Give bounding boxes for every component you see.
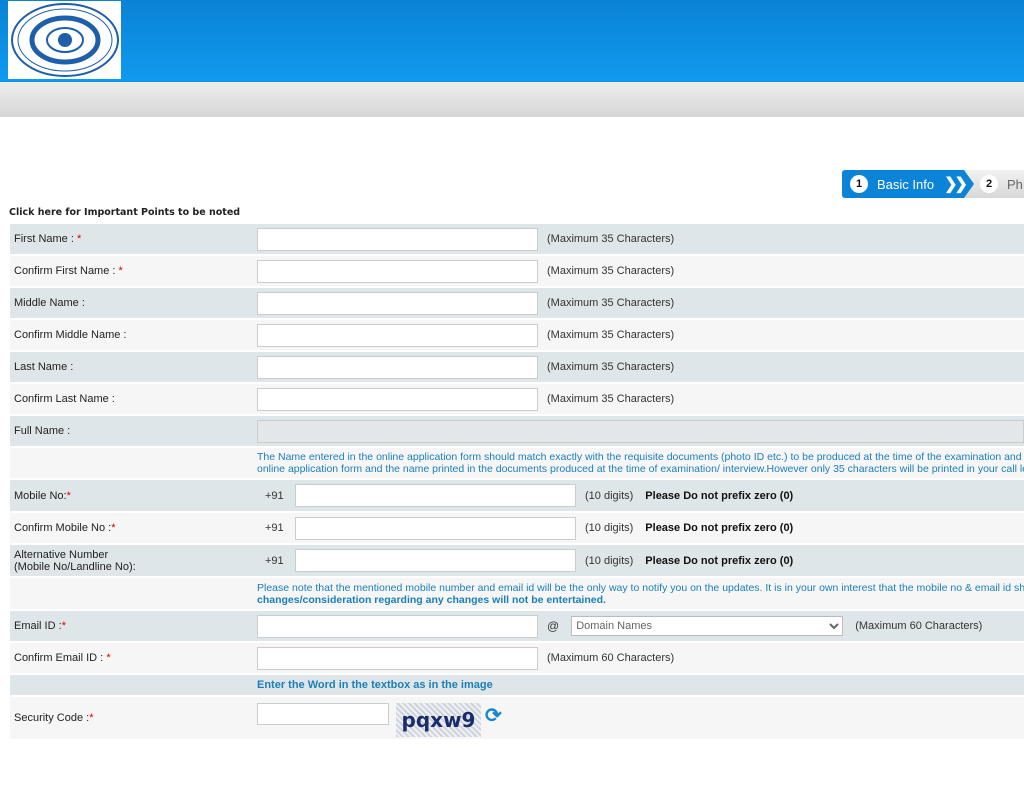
field-hint: (Maximum 35 Characters) — [547, 393, 675, 405]
full-name-row: Full Name : — [10, 416, 1024, 446]
alternative-number-input[interactable] — [295, 549, 576, 572]
middle-name-input[interactable] — [257, 291, 538, 315]
field-label: Mobile No: — [14, 489, 67, 502]
header — [0, 0, 1024, 82]
confirm-email-input[interactable] — [257, 646, 538, 670]
step-number: 1 — [850, 175, 868, 193]
field-hint: (10 digits) — [585, 554, 634, 567]
captcha-instruction: Enter the Word in the textbox as in the … — [257, 679, 493, 691]
required-mark: * — [66, 489, 71, 502]
nav-band — [0, 82, 1024, 117]
field-label: Middle Name : — [14, 297, 85, 309]
zero-prefix-warning: Please Do not prefix zero (0) — [645, 489, 794, 502]
contact-note-line: Please note that the mentioned mobile nu… — [257, 581, 1024, 594]
company-logo — [8, 1, 121, 79]
required-mark: * — [118, 265, 123, 277]
name-note-line: online application form and the name pri… — [257, 463, 1024, 475]
field-label: Last Name : — [14, 361, 74, 373]
email-row: Email ID :* @ Domain Names (Maximum 60 Char… — [10, 611, 1024, 641]
step-number: 2 — [980, 175, 998, 193]
contact-note-row: Please note that the mentioned mobile nu… — [10, 578, 1024, 609]
field-hint: (Maximum 35 Characters) — [547, 233, 675, 245]
captcha-image: pqxw9 — [396, 703, 481, 737]
field-label: Alternative Number — [14, 548, 109, 561]
field-label: Confirm First Name : — [14, 265, 116, 277]
last-name-row: Last Name : (Maximum 35 Characters) — [10, 352, 1024, 382]
field-label: Confirm Middle Name : — [14, 329, 127, 341]
required-mark: * — [89, 712, 94, 724]
zero-prefix-warning: Please Do not prefix zero (0) — [645, 554, 794, 567]
field-hint: (Maximum 60 Characters) — [855, 620, 983, 632]
last-name-input[interactable] — [257, 355, 538, 379]
confirm-mobile-row: Confirm Mobile No :* +91 (10 digits) Please… — [10, 513, 1024, 543]
confirm-email-row: Confirm Email ID : * (Maximum 60 Characte… — [10, 643, 1024, 673]
confirm-middle-name-row: Confirm Middle Name : (Maximum 35 Charact… — [10, 320, 1024, 350]
field-hint: (Maximum 35 Characters) — [547, 361, 675, 373]
confirm-first-name-row: Confirm First Name : * (Maximum 35 Charac… — [10, 256, 1024, 286]
middle-name-row: Middle Name : (Maximum 35 Characters) — [10, 288, 1024, 318]
field-hint: (10 digits) — [585, 522, 634, 534]
field-label-sub: (Mobile No/Landline No): — [14, 560, 136, 573]
refresh-icon[interactable]: ⟳ — [485, 703, 502, 728]
zero-prefix-warning: Please Do not prefix zero (0) — [645, 522, 794, 534]
mobile-input[interactable] — [295, 484, 576, 507]
confirm-last-name-row: Confirm Last Name : (Maximum 35 Character… — [10, 384, 1024, 414]
confirm-middle-name-input[interactable] — [257, 323, 538, 347]
important-points-link[interactable]: Click here for Important Points to be no… — [9, 207, 240, 218]
at-sign: @ — [547, 619, 560, 633]
chevron-right-icon: ❯❯ — [944, 176, 968, 193]
field-label: Security Code : — [14, 712, 90, 724]
field-label: Confirm Email ID : — [14, 652, 104, 664]
field-hint: (Maximum 60 Characters) — [547, 652, 675, 664]
basic-info-form: First Name : * (Maximum 35 Characters) Co… — [10, 224, 1024, 741]
security-code-row: Security Code :* pqxw9 ⟳ — [10, 697, 1024, 739]
captcha-note-row: Enter the Word in the textbox as in the … — [10, 675, 1024, 695]
field-hint: (Maximum 35 Characters) — [547, 297, 675, 309]
required-mark: * — [61, 620, 66, 632]
field-label: First Name : — [14, 233, 74, 245]
security-code-input[interactable] — [257, 703, 389, 725]
country-code: +91 — [265, 489, 284, 502]
confirm-mobile-input[interactable] — [295, 516, 576, 540]
first-name-input[interactable] — [257, 227, 538, 251]
first-name-row: First Name : * (Maximum 35 Characters) — [10, 224, 1024, 254]
required-mark: * — [76, 233, 82, 245]
required-mark: * — [111, 522, 116, 534]
step-basic-info[interactable]: 1 Basic Info ❯❯ — [842, 170, 974, 198]
step-label: Basic Info — [877, 176, 935, 192]
contact-note-line: changes/consideration regarding any chan… — [257, 593, 606, 606]
alternative-number-row: Alternative Number (Mobile No/Landline No… — [10, 545, 1024, 576]
confirm-last-name-input[interactable] — [257, 387, 538, 411]
domain-select[interactable]: Domain Names — [571, 616, 844, 636]
required-mark: * — [106, 652, 111, 664]
field-hint: (Maximum 35 Characters) — [547, 329, 675, 341]
field-label: Full Name : — [14, 425, 71, 437]
step-progress: 1 Basic Info ❯❯ 2 Ph — [842, 170, 1024, 198]
name-note-line: The Name entered in the online applicati… — [257, 451, 1024, 463]
field-label: Confirm Mobile No : — [14, 522, 112, 534]
mobile-row: Mobile No:* +91 (10 digits) Please Do not p… — [10, 480, 1024, 511]
country-code: +91 — [265, 522, 284, 534]
field-label: Confirm Last Name : — [14, 393, 115, 405]
confirm-first-name-input[interactable] — [257, 259, 538, 283]
email-input[interactable] — [257, 614, 538, 638]
field-hint: (10 digits) — [585, 489, 634, 502]
field-label: Email ID : — [14, 620, 62, 632]
full-name-input — [257, 419, 1024, 443]
country-code: +91 — [265, 554, 284, 567]
name-note-row: The Name entered in the online applicati… — [10, 448, 1024, 478]
step-label: Ph — [1007, 176, 1023, 192]
field-hint: (Maximum 35 Characters) — [547, 265, 675, 277]
